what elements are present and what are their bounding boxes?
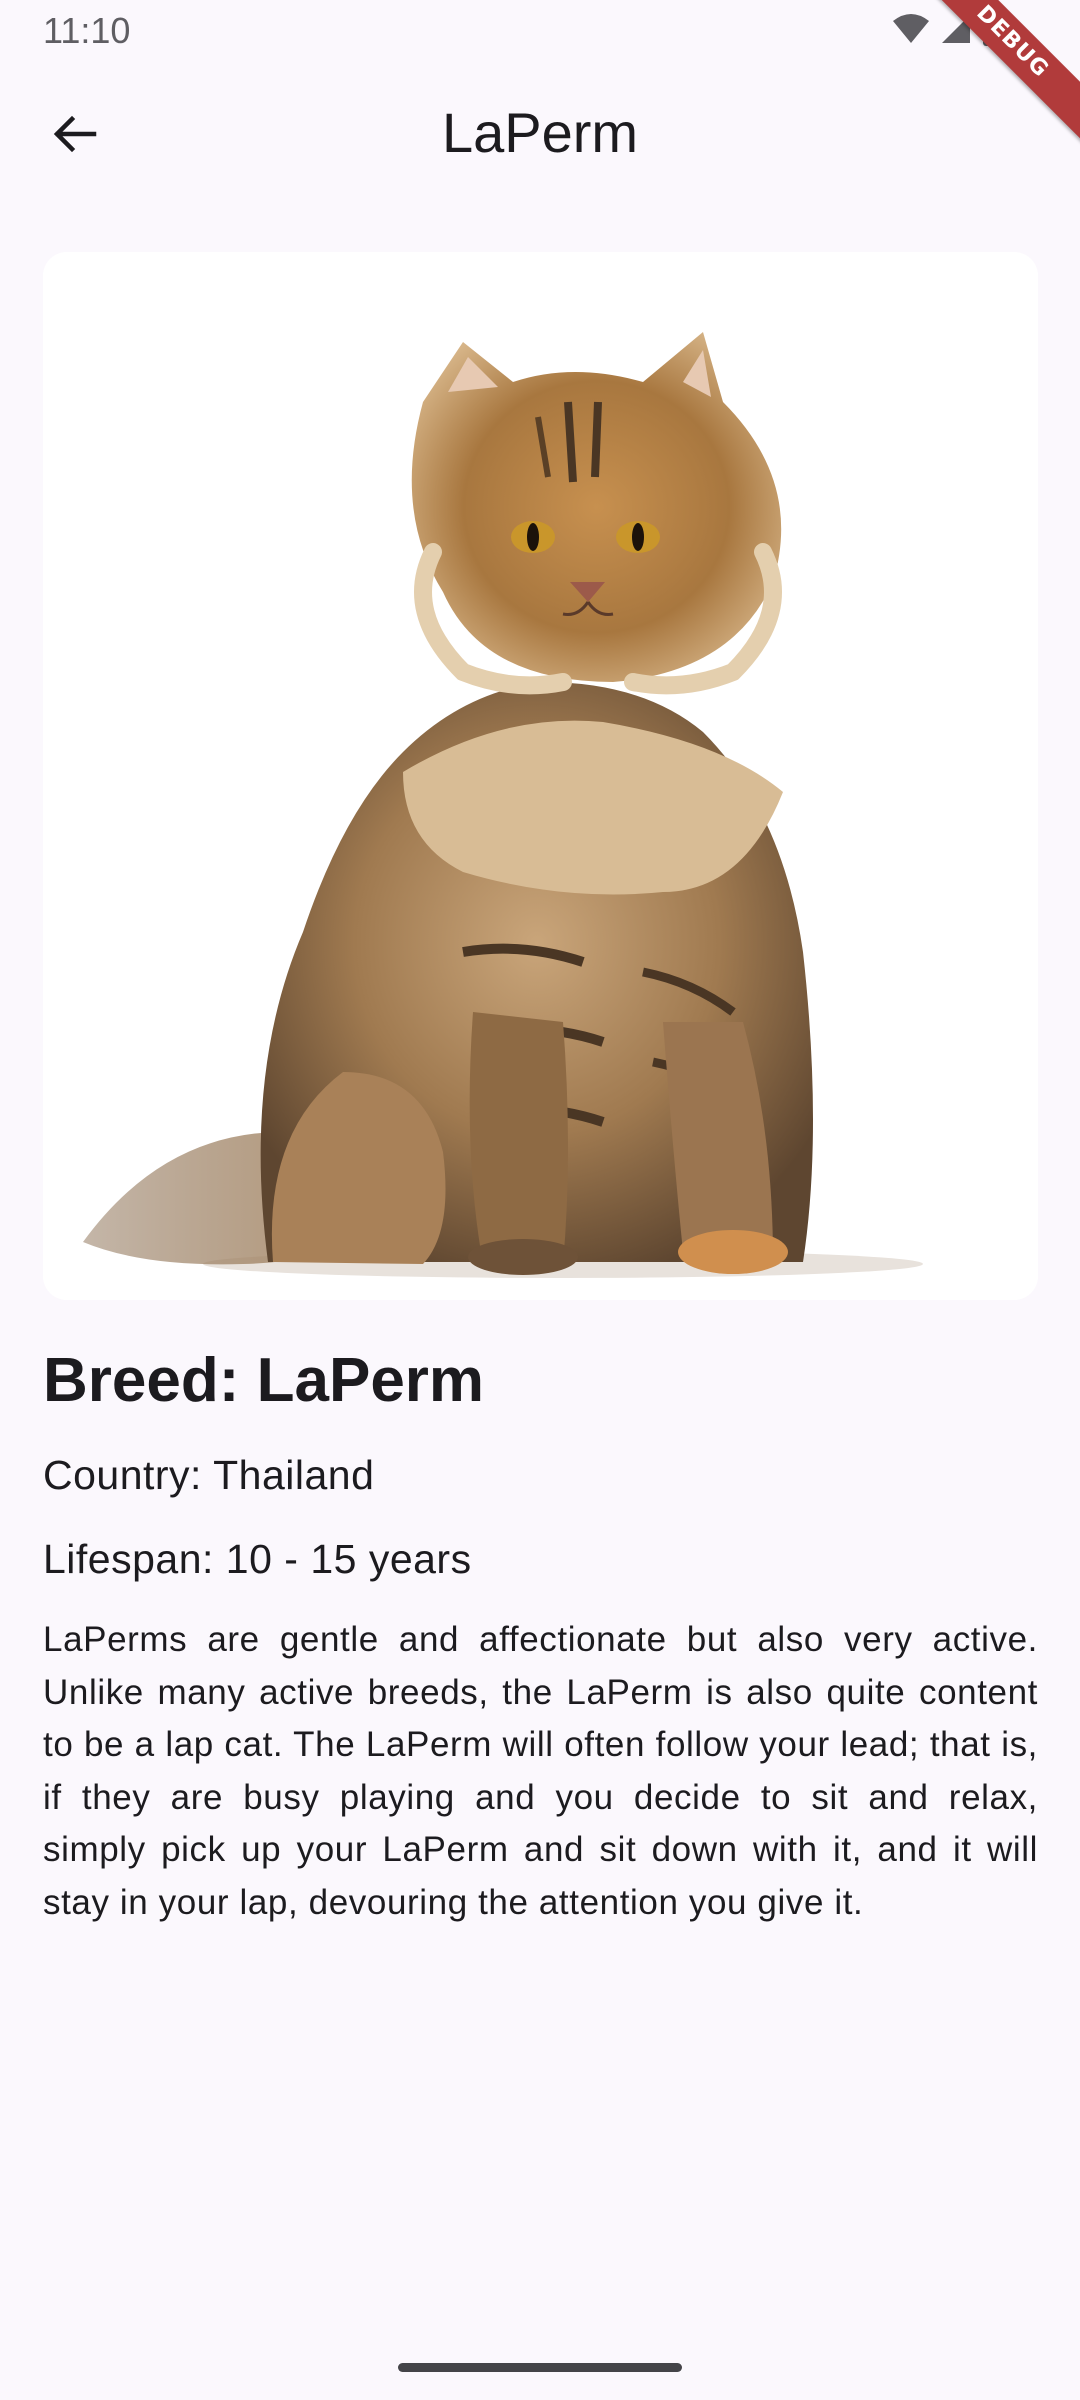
breed-heading: Breed: LaPerm — [43, 1346, 485, 1415]
breed-detail-screen: 11:10 DEBUG LaPerm Breed: LaPerm Country… — [0, 0, 1080, 2400]
status-bar: 11:10 — [0, 0, 1080, 60]
wifi-icon — [892, 13, 930, 45]
country-text: Country: Thailand — [43, 1452, 375, 1498]
breed-image-card — [43, 252, 1038, 1300]
page-title: LaPerm — [441, 101, 639, 164]
gesture-navigation-bar[interactable] — [398, 2363, 682, 2372]
lifespan-text: Lifespan: 10 - 15 years — [43, 1536, 472, 1582]
app-bar: LaPerm — [0, 80, 1080, 190]
breed-description: LaPerms are gentle and affectionate but … — [43, 1620, 1038, 1922]
status-time: 11:10 — [43, 10, 131, 51]
cat-photo — [43, 252, 1038, 1300]
